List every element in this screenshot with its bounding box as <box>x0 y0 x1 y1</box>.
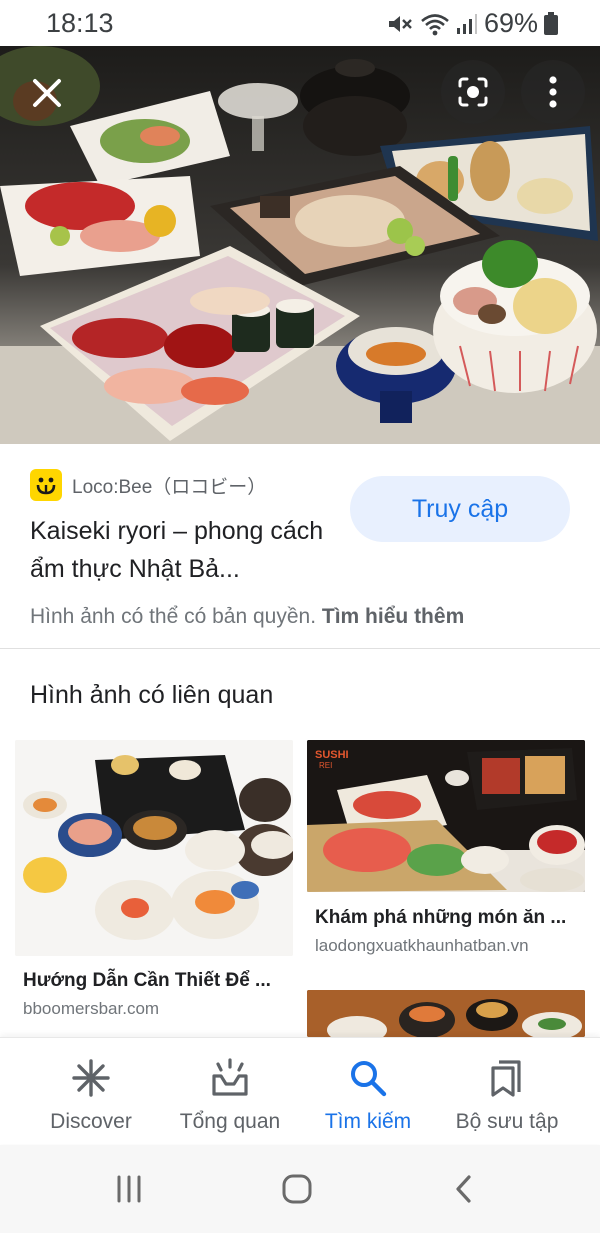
related-image-2[interactable]: SUSHI REI <box>307 740 585 892</box>
nav-collections[interactable]: Bộ sưu tập <box>444 1038 570 1145</box>
battery-icon <box>544 11 558 35</box>
back-icon <box>456 1175 471 1203</box>
status-time: 18:13 <box>46 8 114 38</box>
related-image-3[interactable] <box>307 990 585 1037</box>
recent-apps-button[interactable] <box>107 1169 151 1209</box>
related-image-1-domain: bboomersbar.com <box>23 999 160 1018</box>
close-button[interactable] <box>24 70 70 116</box>
related-image-1-title[interactable]: Hướng Dẫn Cần Thiết Để ... <box>23 970 271 992</box>
more-vert-icon <box>549 76 557 108</box>
lens-button[interactable] <box>441 60 505 124</box>
related-image-1[interactable] <box>15 740 293 956</box>
more-options-button[interactable] <box>521 60 585 124</box>
battery-percent: 69% <box>483 8 538 38</box>
hero-image[interactable] <box>0 46 600 444</box>
related-image-2-title[interactable]: Khám phá những món ăn ... <box>315 907 566 929</box>
status-bar: 18:13 69% <box>0 0 600 46</box>
source-row[interactable]: Loco:Bee（ロコビー） <box>30 469 266 501</box>
result-title[interactable]: Kaiseki ryori – phong cách ẩm thực Nhật … <box>30 512 340 588</box>
visit-button[interactable]: Truy cập <box>350 476 570 542</box>
nav-collections-label: Bộ sưu tập <box>455 1110 559 1133</box>
back-button[interactable] <box>443 1169 487 1209</box>
copyright-text: Hình ảnh có thể có bản quyền. <box>30 605 317 628</box>
kaiseki-food-photo <box>0 46 600 444</box>
related-image-2-logo: SUSHI <box>315 749 349 761</box>
asterisk-icon <box>69 1056 113 1100</box>
bottom-navigation: Discover Tổng quan Tìm kiếm Bộ sưu tập <box>0 1037 600 1144</box>
bee-logo-icon <box>36 477 56 495</box>
related-image-2-photo: SUSHI REI <box>307 740 585 892</box>
source-favicon <box>30 469 62 501</box>
related-image-2-domain: laodongxuatkhaunhatban.vn <box>315 936 529 955</box>
nav-discover[interactable]: Discover <box>32 1038 150 1145</box>
status-icons: 69% <box>386 8 558 39</box>
mute-icon <box>388 15 412 32</box>
nav-search[interactable]: Tìm kiếm <box>312 1038 424 1145</box>
learn-more-link[interactable]: Tìm hiểu thêm <box>322 605 464 628</box>
system-navigation-bar <box>0 1145 600 1233</box>
updates-icon <box>208 1056 252 1100</box>
related-image-3-photo <box>307 990 585 1037</box>
nav-updates[interactable]: Tổng quan <box>168 1038 292 1145</box>
lens-icon <box>458 77 488 107</box>
collections-icon <box>485 1056 529 1100</box>
search-icon <box>346 1056 390 1100</box>
close-icon <box>33 79 61 107</box>
home-button[interactable] <box>275 1169 319 1209</box>
source-name: Loco:Bee（ロコビー） <box>72 476 267 498</box>
signal-icon <box>456 13 477 34</box>
nav-search-label: Tìm kiếm <box>324 1110 412 1133</box>
nav-updates-label: Tổng quan <box>179 1110 281 1133</box>
copyright-notice: Hình ảnh có thể có bản quyền. Tìm hiểu t… <box>30 605 464 629</box>
recent-apps-icon <box>117 1175 141 1203</box>
related-image-1-photo <box>15 740 293 956</box>
section-divider <box>0 648 600 649</box>
nav-discover-label: Discover <box>50 1110 132 1133</box>
home-icon <box>282 1174 312 1204</box>
wifi-icon <box>421 13 449 35</box>
related-images-title: Hình ảnh có liên quan <box>30 681 274 709</box>
related-image-2-logo-sub: REI <box>319 761 332 770</box>
